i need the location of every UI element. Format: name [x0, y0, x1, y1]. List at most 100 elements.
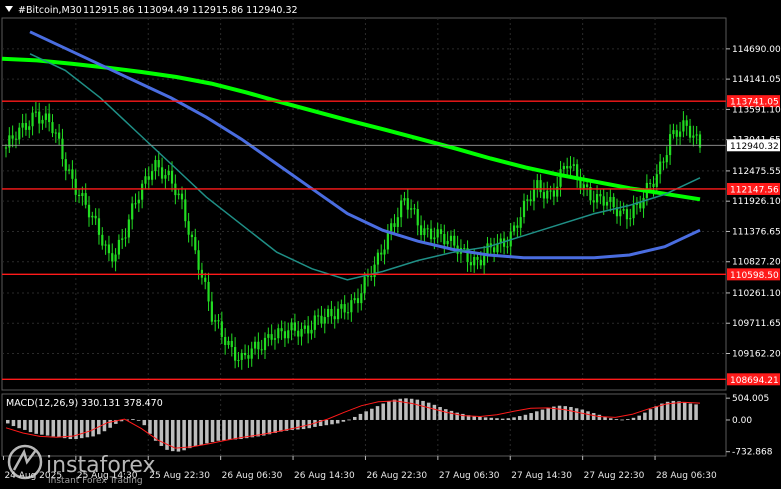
macd-histogram-bar — [62, 419, 67, 439]
macd-histogram-bar — [335, 419, 340, 424]
macd-histogram-bar — [517, 416, 522, 420]
candle-body — [38, 111, 41, 124]
candle-body — [602, 196, 605, 206]
candle-body — [237, 359, 240, 361]
candle-body — [532, 189, 536, 202]
candle-body — [386, 231, 389, 250]
candle-body — [267, 334, 270, 338]
candle-body — [622, 209, 625, 211]
macd-histogram-bar — [23, 419, 27, 430]
candle-body — [576, 164, 579, 178]
candle-body — [562, 166, 565, 170]
macd-histogram-bar — [347, 419, 351, 421]
candle-body — [350, 300, 353, 313]
candle-body — [390, 223, 393, 232]
candle-body — [14, 138, 18, 140]
y-tick-label: 111926.10 — [732, 197, 781, 207]
candle-body — [204, 277, 207, 282]
candle-body — [104, 244, 107, 246]
candle-body — [41, 119, 44, 124]
macd-histogram-bar — [222, 419, 226, 441]
macd-histogram-bar — [216, 419, 221, 441]
macd-histogram-bar — [489, 417, 494, 420]
candle-body — [556, 186, 559, 197]
candle-body — [609, 196, 612, 202]
candle-body — [376, 252, 380, 265]
candle-body — [549, 190, 552, 192]
y-tick-label: 113041.65 — [732, 136, 781, 146]
candle-body — [542, 192, 546, 199]
macd-histogram-bar — [261, 419, 266, 436]
macd-histogram-bar — [620, 419, 624, 421]
macd-histogram-bar — [279, 419, 283, 432]
macd-histogram-bar — [591, 413, 596, 420]
macd-histogram-bar — [682, 402, 687, 420]
y-tick-label: 112475.55 — [732, 167, 781, 177]
y-tick-label: 109711.65 — [732, 319, 781, 329]
macd-histogram-bar — [17, 419, 21, 429]
price-chart[interactable]: 113741.05112147.56110598.50108694.211129… — [0, 0, 781, 489]
macd-histogram-bar — [267, 419, 272, 435]
macd-histogram-bar — [176, 419, 181, 452]
macd-histogram-bar — [449, 410, 454, 420]
x-tick-label: 27 Aug 06:30 — [439, 471, 500, 481]
candle-body — [360, 293, 363, 304]
macd-histogram-bar — [569, 406, 573, 420]
candle-body — [446, 240, 449, 245]
level-price-label: 108694.21 — [730, 376, 779, 386]
candle-body — [685, 120, 688, 126]
candle-body — [190, 234, 194, 238]
macd-histogram-bar — [250, 419, 255, 438]
macd-histogram-bar — [643, 412, 647, 420]
candle-body — [473, 256, 476, 266]
candle-body — [400, 200, 403, 218]
watermark-brand: instaforex — [46, 453, 156, 478]
candle-body — [4, 147, 8, 149]
candle-body — [34, 111, 37, 113]
candle-body — [506, 246, 509, 248]
candle-body — [605, 201, 609, 206]
macd-histogram-bar — [244, 419, 249, 439]
candle-body — [632, 204, 635, 219]
candle-body — [293, 322, 296, 331]
candle-body — [672, 130, 675, 135]
candle-body — [263, 337, 267, 351]
candle-body — [642, 197, 645, 209]
candle-body — [366, 275, 370, 277]
macd-histogram-bar — [11, 419, 16, 427]
candle-body — [157, 160, 160, 168]
chart-header: #Bitcoin,M30 112915.86 113094.49 112915.… — [5, 5, 298, 16]
candle-body — [493, 247, 496, 253]
candle-body — [469, 262, 472, 266]
candle-body — [214, 320, 217, 322]
candle-body — [280, 328, 283, 332]
candle-body — [410, 208, 413, 210]
macd-histogram-bar — [563, 406, 568, 420]
candle-body — [649, 182, 652, 184]
candle-body — [94, 215, 97, 219]
macd-histogram-bar — [500, 418, 505, 420]
candle-body — [539, 180, 542, 193]
macd-histogram-bar — [654, 406, 659, 420]
macd-histogram-bar — [404, 398, 408, 420]
macd-histogram-bar — [199, 419, 203, 446]
candle-body — [77, 194, 81, 197]
candle-body — [383, 249, 386, 255]
macd-histogram-bar — [301, 419, 306, 430]
macd-histogram-bar — [182, 419, 186, 451]
macd-histogram-bar — [512, 417, 516, 420]
candle-body — [436, 229, 439, 238]
candle-body — [61, 138, 64, 160]
candle-body — [595, 194, 599, 203]
candle-body — [625, 209, 629, 220]
macd-histogram-bar — [233, 419, 238, 440]
candle-body — [586, 184, 589, 187]
candle-body — [479, 259, 482, 266]
candle-body — [260, 349, 263, 351]
macd-histogram-bar — [205, 419, 209, 444]
macd-histogram-bar — [6, 419, 10, 424]
x-tick-label: 28 Aug 06:30 — [656, 471, 717, 481]
candle-body — [101, 234, 104, 246]
macd-histogram-bar — [142, 419, 147, 426]
candle-body — [346, 312, 350, 314]
